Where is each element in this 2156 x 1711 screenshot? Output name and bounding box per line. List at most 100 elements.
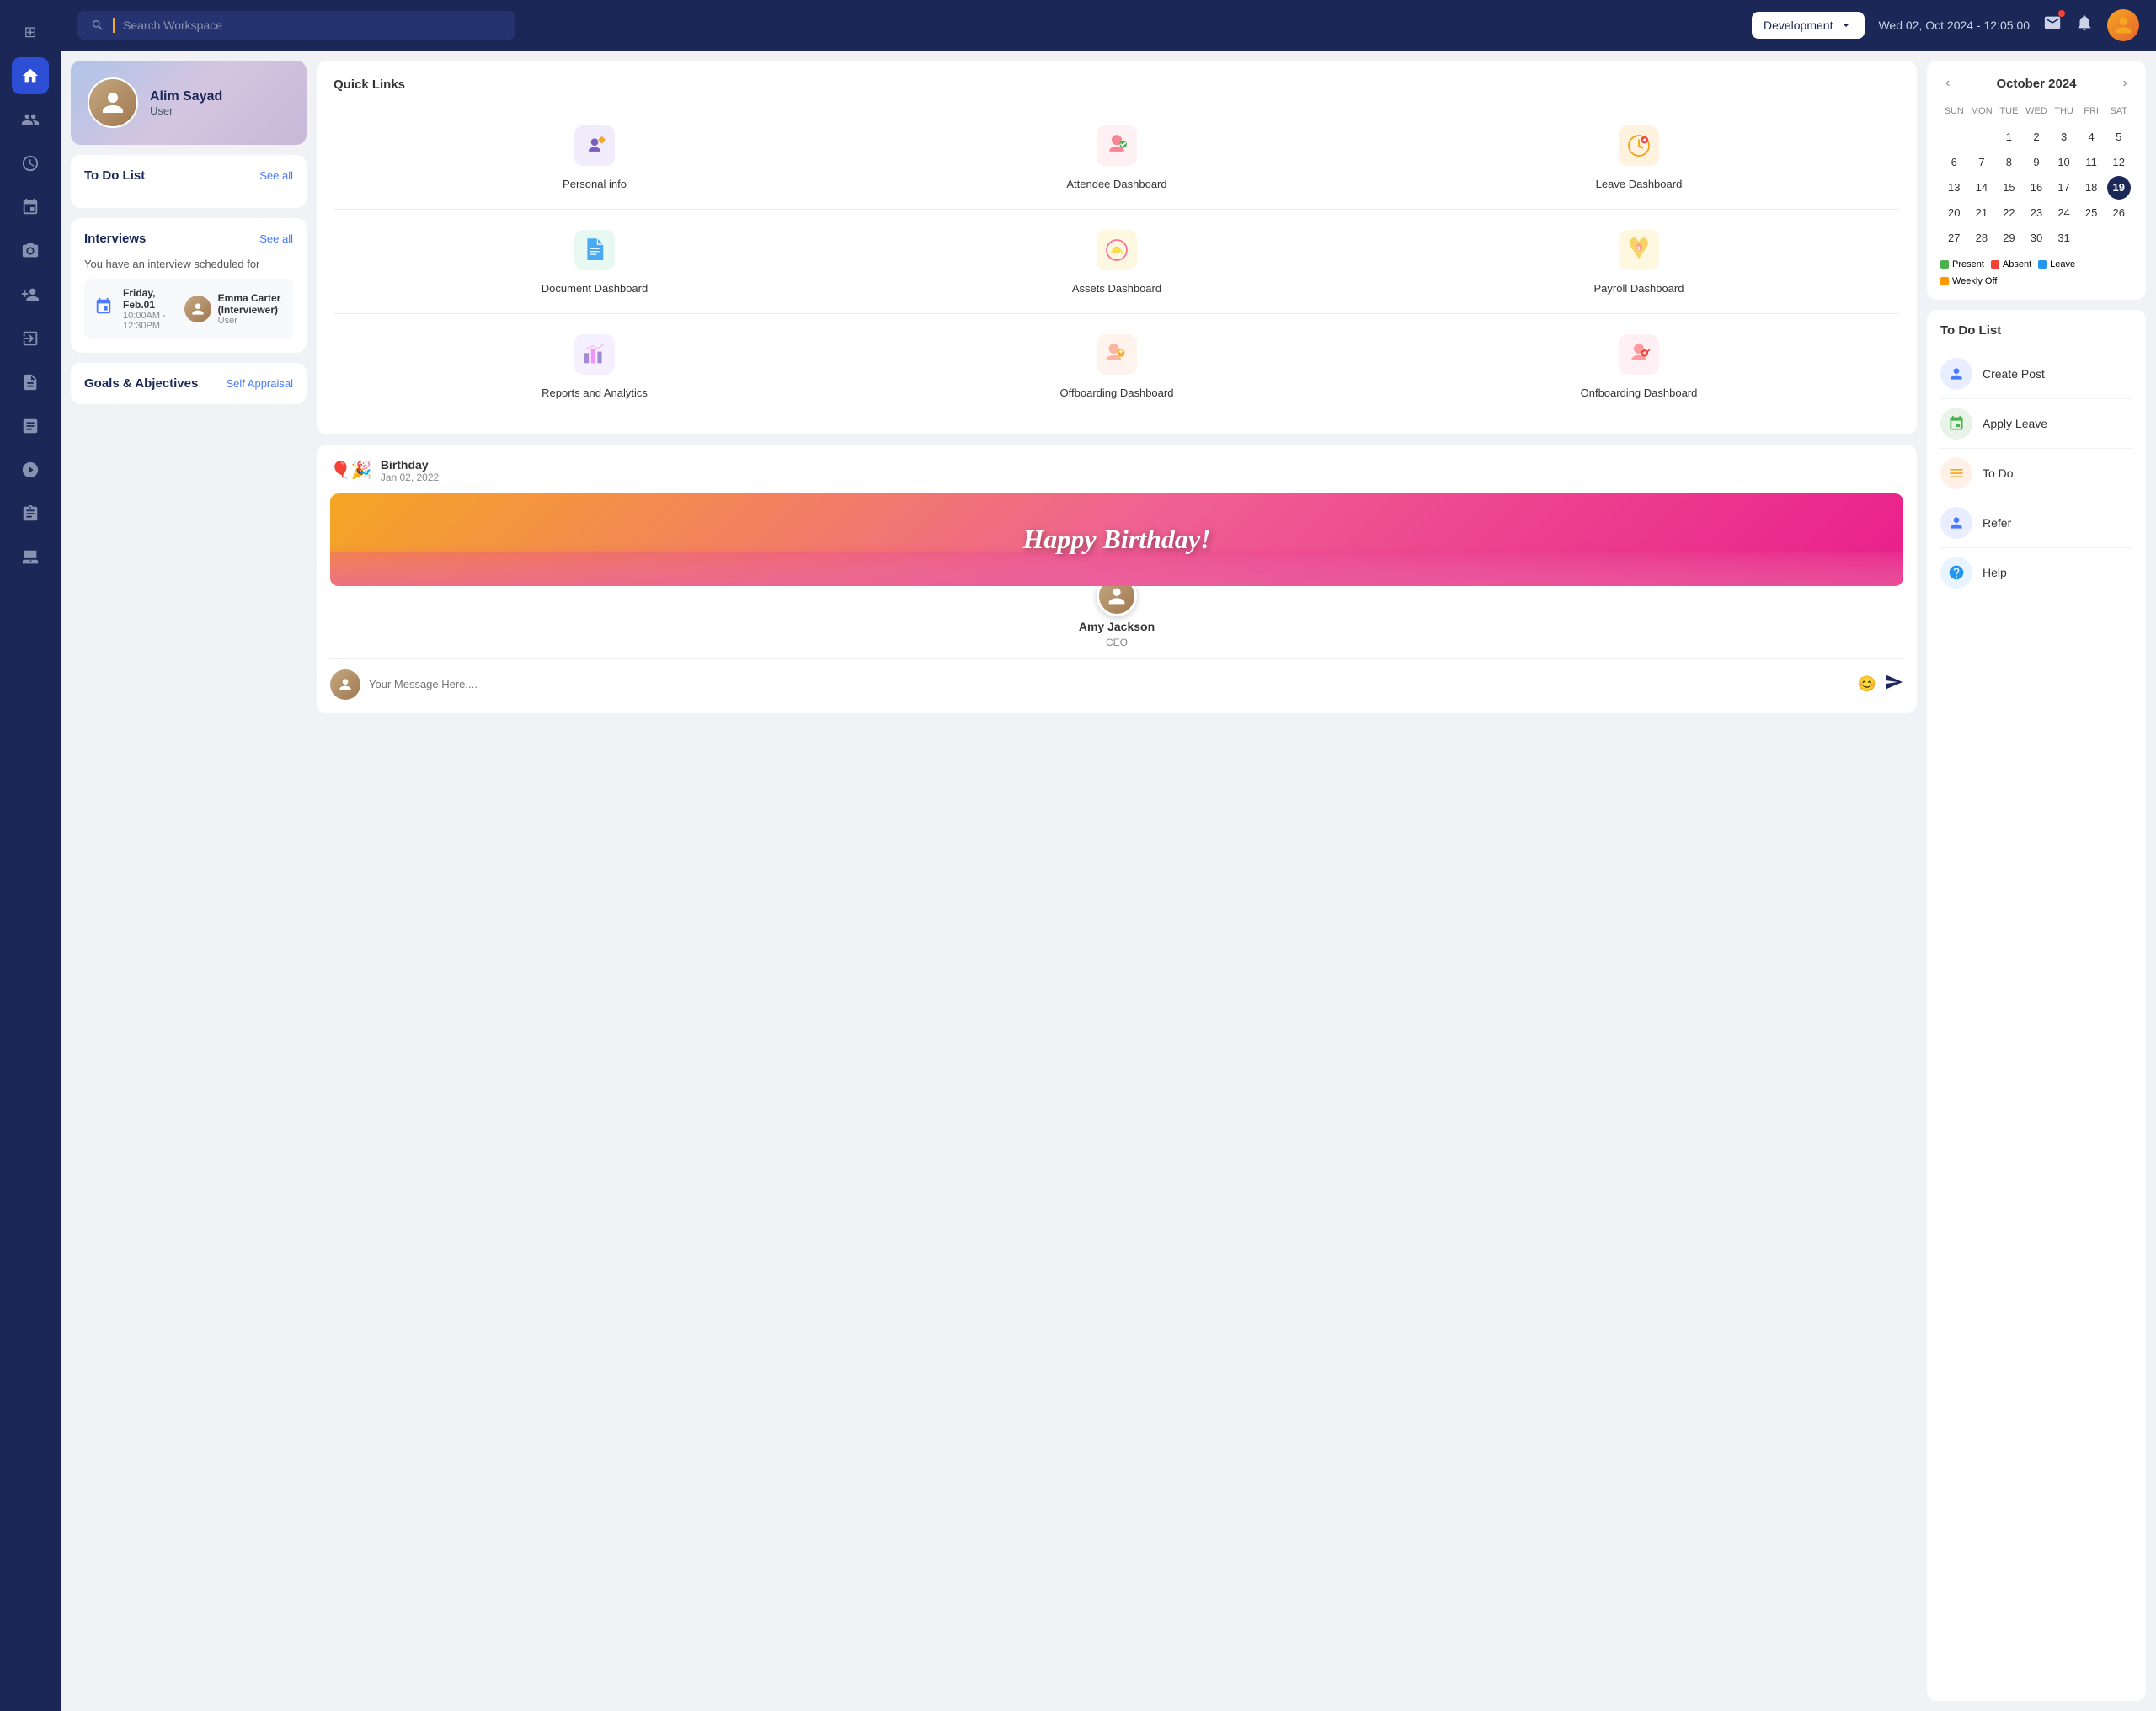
calendar-day[interactable]: 18 (2079, 176, 2103, 200)
interviews-see-all[interactable]: See all (259, 232, 293, 245)
calendar-day[interactable]: 7 (1970, 151, 1993, 174)
todo-create-post[interactable]: Create Post (1940, 349, 2132, 399)
todo-list-see-all[interactable]: See all (259, 169, 293, 182)
calendar-day[interactable]: 4 (2079, 125, 2103, 149)
workspace-label: Development (1764, 19, 1833, 32)
leave-dot (2038, 260, 2047, 269)
calendar-day[interactable]: 27 (1942, 227, 1966, 250)
calendar-day[interactable]: 9 (2025, 151, 2048, 174)
leave-dashboard-link[interactable]: Leave Dashboard (1378, 105, 1900, 209)
quick-links-card: Quick Links Personal info Attendee Dash (317, 61, 1917, 434)
payroll-dashboard-link[interactable]: $ Payroll Dashboard (1378, 210, 1900, 313)
calendar-next-button[interactable]: › (2118, 74, 2132, 93)
calendar-day[interactable]: 31 (2052, 227, 2076, 250)
send-icon[interactable] (1885, 673, 1903, 696)
search-input[interactable] (123, 19, 502, 32)
calendar-day[interactable]: 14 (1970, 176, 1993, 200)
message-input[interactable] (369, 678, 1849, 690)
monitor-icon[interactable] (12, 539, 49, 576)
assets-dashboard-label: Assets Dashboard (1072, 282, 1161, 296)
person-add-icon[interactable] (12, 276, 49, 313)
day-wed: WED (2023, 103, 2051, 120)
emoji-icon[interactable]: 😊 (1858, 675, 1876, 693)
calendar-day[interactable]: 19 (2107, 176, 2131, 200)
attendee-dashboard-link[interactable]: Attendee Dashboard (856, 105, 1378, 209)
home-icon[interactable] (12, 57, 49, 94)
calendar-day[interactable]: 12 (2107, 151, 2131, 174)
header-icons (2043, 9, 2139, 41)
calendar-day[interactable]: 5 (2107, 125, 2131, 149)
calendar-day[interactable]: 21 (1970, 201, 1993, 225)
calendar-icon[interactable] (12, 189, 49, 226)
calendar-day[interactable]: 15 (1997, 176, 2020, 200)
main-content: Development Wed 02, Oct 2024 - 12:05:00 (61, 0, 2156, 1711)
assets-dashboard-link[interactable]: Assets Dashboard (856, 210, 1378, 313)
team-icon[interactable] (12, 451, 49, 488)
left-panel: Alim Sayad User To Do List See all Inter… (71, 61, 307, 1701)
middle-panel: Quick Links Personal info Attendee Dash (317, 61, 1917, 1701)
calendar-day[interactable]: 22 (1997, 201, 2020, 225)
message-sender-avatar (330, 669, 360, 700)
personal-info-link[interactable]: Personal info (334, 105, 856, 209)
login-icon[interactable] (12, 320, 49, 357)
profile-role: User (150, 104, 222, 117)
calendar-day[interactable]: 26 (2107, 201, 2131, 225)
quick-links-title: Quick Links (334, 77, 1900, 92)
birthday-person-name: Amy Jackson (1079, 620, 1155, 633)
notification-icon[interactable] (2075, 13, 2094, 37)
header: Development Wed 02, Oct 2024 - 12:05:00 (61, 0, 2156, 51)
calendar-day (2107, 227, 2131, 250)
report-icon[interactable] (12, 408, 49, 445)
calendar-day[interactable]: 6 (1942, 151, 1966, 174)
todo-section-card: To Do List Create Post Apply Leave (1927, 310, 2146, 1701)
calendar-day[interactable]: 23 (2025, 201, 2048, 225)
calendar-day[interactable]: 3 (2052, 125, 2076, 149)
todo-refer[interactable]: Refer (1940, 498, 2132, 548)
onboarding-dashboard-link[interactable]: Onfboarding Dashboard (1378, 314, 1900, 418)
present-label: Present (1952, 259, 1984, 269)
reports-analytics-link[interactable]: Reports and Analytics (334, 314, 856, 418)
todo-help[interactable]: Help (1940, 548, 2132, 597)
calendar-day[interactable]: 17 (2052, 176, 2076, 200)
birthday-banner: Happy Birthday! (330, 493, 1903, 586)
todo-apply-leave[interactable]: Apply Leave (1940, 399, 2132, 449)
calendar-day[interactable]: 8 (1997, 151, 2020, 174)
calendar-day[interactable]: 28 (1970, 227, 1993, 250)
to-do-icon (1940, 457, 1972, 489)
offboarding-dashboard-icon (1093, 331, 1140, 378)
notes-icon[interactable] (12, 495, 49, 532)
calendar-day[interactable]: 11 (2079, 151, 2103, 174)
camera-icon[interactable] (12, 232, 49, 269)
search-divider (113, 18, 115, 33)
document-dashboard-link[interactable]: Document Dashboard (334, 210, 856, 313)
calendar-day[interactable]: 24 (2052, 201, 2076, 225)
clock-icon[interactable] (12, 145, 49, 182)
people-icon[interactable] (12, 101, 49, 138)
calendar-prev-button[interactable]: ‹ (1940, 74, 1955, 93)
calendar-day[interactable]: 1 (1997, 125, 2020, 149)
calendar-days-header: SUN MON TUE WED THU FRI SAT (1940, 103, 2132, 120)
calendar-day[interactable]: 25 (2079, 201, 2103, 225)
offboarding-dashboard-link[interactable]: Offboarding Dashboard (856, 314, 1378, 418)
todo-to-do[interactable]: To Do (1940, 449, 2132, 498)
file-icon[interactable] (12, 364, 49, 401)
svg-text:$: $ (1636, 246, 1640, 252)
grid-icon[interactable]: ⊞ (12, 13, 49, 51)
calendar-day[interactable]: 2 (2025, 125, 2048, 149)
calendar-day[interactable]: 20 (1942, 201, 1966, 225)
calendar-day[interactable]: 10 (2052, 151, 2076, 174)
workspace-selector[interactable]: Development (1752, 12, 1865, 39)
mail-icon[interactable] (2043, 13, 2062, 37)
self-appraisal-link[interactable]: Self Appraisal (227, 377, 294, 390)
calendar-day[interactable]: 30 (2025, 227, 2048, 250)
interviews-title: Interviews (84, 232, 146, 246)
user-avatar[interactable] (2107, 9, 2139, 41)
weeklyoff-label: Weekly Off (1952, 276, 1997, 286)
calendar-day[interactable]: 16 (2025, 176, 2048, 200)
calendar-day[interactable]: 13 (1942, 176, 1966, 200)
calendar-day[interactable]: 29 (1997, 227, 2020, 250)
apply-leave-label: Apply Leave (1983, 417, 2047, 430)
goals-title: Goals & Abjectives (84, 376, 198, 391)
search-bar[interactable] (77, 11, 515, 40)
interview-date: Friday, Feb.01 (123, 287, 174, 311)
